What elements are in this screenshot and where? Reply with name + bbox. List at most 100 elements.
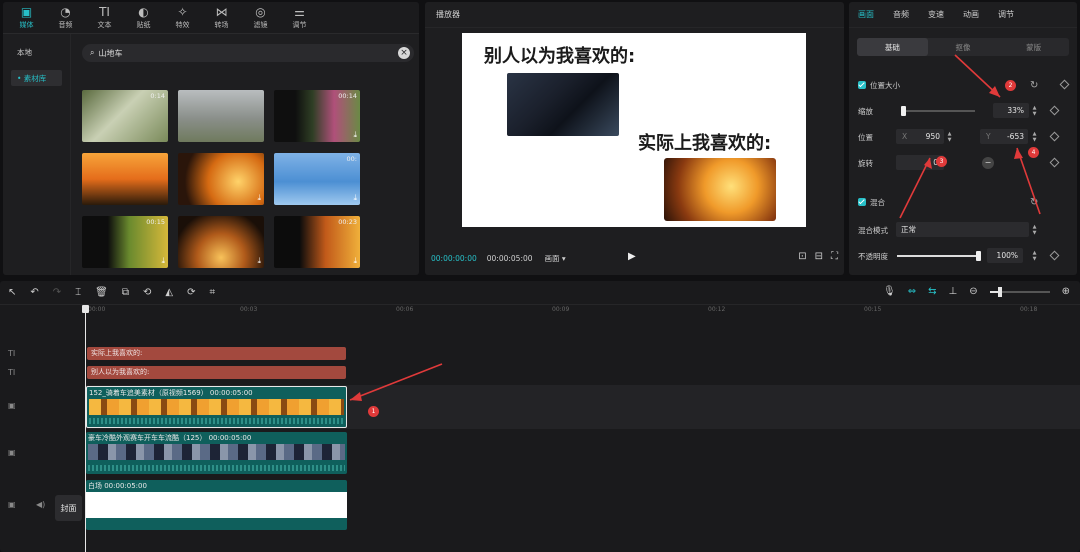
ratio-dropdown[interactable]: 画面 ▾ bbox=[545, 253, 566, 264]
preview-canvas[interactable]: 别人以为我喜欢的: 实际上我喜欢的: bbox=[462, 33, 806, 227]
download-icon[interactable]: ⤓ bbox=[353, 193, 357, 203]
blend-checkbox[interactable] bbox=[858, 198, 866, 206]
annotation-marker: 1 bbox=[368, 406, 379, 417]
scale-slider-handle[interactable] bbox=[901, 106, 906, 116]
sidebar-item-library[interactable]: • 素材库 bbox=[11, 70, 62, 86]
media-grid: 0:14 00:14 ⤓ ⤓ 00: ⤓ 00:15 ⤓ ⤓ 00:23 ⤓ bbox=[82, 90, 360, 268]
crop-icon[interactable]: ⌗ bbox=[210, 287, 216, 298]
media-thumbnail[interactable]: 00:15 ⤓ bbox=[82, 216, 168, 268]
clear-search-icon[interactable]: × bbox=[398, 47, 410, 59]
subtab-basic[interactable]: 基础 bbox=[857, 38, 928, 56]
reverse-icon[interactable]: ⟲ bbox=[143, 287, 151, 298]
download-icon[interactable]: ⤓ bbox=[161, 256, 165, 266]
tab-picture[interactable]: 画面 bbox=[858, 9, 874, 20]
tab-transition[interactable]: ⋈ 转场 bbox=[204, 2, 239, 33]
opacity-stepper[interactable]: ▲ ▼ bbox=[1030, 248, 1039, 263]
mirror-icon[interactable]: ◭ bbox=[165, 287, 173, 298]
reset-icon[interactable]: ↻ bbox=[1030, 80, 1038, 91]
transition-icon: ⋈ bbox=[215, 4, 228, 19]
media-thumbnail[interactable] bbox=[178, 90, 264, 142]
media-thumbnail[interactable]: 0:14 bbox=[82, 90, 168, 142]
keyframe-icon[interactable] bbox=[1059, 79, 1070, 90]
tab-speed[interactable]: 变速 bbox=[928, 9, 944, 20]
timeline-right-tools: 🎙 ⇔ ⇆ ⊥ ⊖ ⊕ bbox=[883, 286, 1070, 297]
zoom-out-icon[interactable]: ⊖ bbox=[969, 286, 977, 297]
properties-tabbar: 画面 音频 变速 动画 调节 bbox=[849, 2, 1077, 28]
position-x-stepper[interactable]: ▲ ▼ bbox=[945, 129, 954, 144]
tab-media[interactable]: ▣ 媒体 bbox=[9, 2, 44, 33]
car-image[interactable] bbox=[507, 73, 619, 136]
microphone-icon[interactable]: 🎙 bbox=[883, 286, 896, 297]
tab-adjust-props[interactable]: 调节 bbox=[998, 9, 1014, 20]
download-icon[interactable]: ⤓ bbox=[257, 256, 261, 266]
opacity-field[interactable]: 100% bbox=[987, 248, 1023, 263]
caption-top[interactable]: 别人以为我喜欢的: bbox=[484, 42, 635, 68]
download-icon[interactable]: ⤓ bbox=[257, 193, 261, 203]
mute-icon[interactable]: ◀) bbox=[36, 500, 45, 509]
split-icon[interactable]: ⌶ bbox=[75, 287, 81, 298]
reset-icon[interactable]: ↻ bbox=[1030, 197, 1038, 208]
tab-filter[interactable]: ◎ 滤镜 bbox=[243, 2, 278, 33]
position-y-stepper[interactable]: ▲ ▼ bbox=[1030, 129, 1039, 144]
car-video-clip[interactable]: 豪车冷酷外观赛车开车车流酷（125） 00:00:05:00 bbox=[86, 432, 347, 474]
search-input[interactable]: ⌕ 山地车 × bbox=[82, 44, 414, 62]
ratio-icon[interactable]: ⊟ bbox=[815, 251, 823, 262]
text-clip[interactable]: 别人以为我喜欢的: bbox=[87, 366, 346, 379]
time-ruler[interactable]: 00:00 00:03 00:06 00:09 00:12 00:15 00:1… bbox=[84, 305, 1080, 317]
blend-mode-select[interactable]: 正常 bbox=[896, 222, 1029, 237]
bike-image[interactable] bbox=[664, 158, 776, 221]
clip-filmstrip bbox=[88, 444, 345, 460]
zoom-in-icon[interactable]: ⊕ bbox=[1062, 286, 1070, 297]
select-tool-icon[interactable]: ↖ bbox=[8, 287, 16, 298]
tab-text[interactable]: TI 文本 bbox=[87, 2, 122, 33]
play-icon[interactable]: ▶ bbox=[628, 251, 636, 262]
rotate-row: 旋转 bbox=[858, 158, 873, 168]
media-thumbnail[interactable]: 00:14 ⤓ bbox=[274, 90, 360, 142]
waveform-icon[interactable]: ⊡ bbox=[798, 251, 806, 262]
zoom-slider[interactable] bbox=[989, 286, 1050, 297]
caption-bottom[interactable]: 实际上我喜欢的: bbox=[638, 129, 771, 155]
tab-sticker[interactable]: ◐ 贴纸 bbox=[126, 2, 161, 33]
position-x-field[interactable]: X 950 bbox=[896, 129, 944, 144]
download-icon[interactable]: ⤓ bbox=[353, 130, 357, 140]
download-icon[interactable]: ⤓ bbox=[353, 256, 357, 266]
media-thumbnail[interactable]: ⤓ bbox=[178, 153, 264, 205]
scale-stepper[interactable]: ▲ ▼ bbox=[1030, 103, 1039, 118]
media-thumbnail[interactable]: 00: ⤓ bbox=[274, 153, 360, 205]
subtab-keying[interactable]: 抠像 bbox=[928, 38, 999, 56]
snap-icon[interactable]: ⇆ bbox=[928, 286, 936, 297]
tab-audio[interactable]: ◔ 音频 bbox=[48, 2, 83, 33]
position-size-checkbox[interactable] bbox=[858, 81, 866, 89]
link-icon[interactable]: ⇔ bbox=[908, 286, 916, 297]
opacity-slider-handle[interactable] bbox=[976, 251, 981, 261]
media-thumbnail[interactable] bbox=[82, 153, 168, 205]
tab-animation[interactable]: 动画 bbox=[963, 9, 979, 20]
undo-icon[interactable]: ↶ bbox=[30, 287, 38, 298]
blend-mode-chevron-icon[interactable]: ▲ ▼ bbox=[1030, 222, 1039, 237]
rotate-icon[interactable]: ⟳ bbox=[187, 287, 195, 298]
total-time: 00:00:05:00 bbox=[486, 253, 533, 263]
center-icon[interactable]: ⊥ bbox=[949, 286, 958, 297]
opacity-slider[interactable] bbox=[897, 251, 981, 261]
scale-slider[interactable] bbox=[901, 106, 975, 116]
tab-audio-props[interactable]: 音频 bbox=[893, 9, 909, 20]
tab-effects[interactable]: ✧ 特效 bbox=[165, 2, 200, 33]
delete-icon[interactable]: 🗑 bbox=[95, 287, 108, 298]
sidebar-item-local[interactable]: 本地 bbox=[11, 44, 62, 60]
position-y-field[interactable]: Y -653 bbox=[980, 129, 1028, 144]
redo-icon[interactable]: ↷ bbox=[53, 287, 61, 298]
tab-adjust[interactable]: ⚌ 调节 bbox=[282, 2, 317, 33]
media-thumbnail[interactable]: ⤓ bbox=[178, 216, 264, 268]
freeze-icon[interactable]: ⧉ bbox=[122, 287, 129, 298]
white-clip[interactable]: 白场 00:00:05:00 bbox=[86, 480, 347, 530]
rotate-dial-icon[interactable]: − bbox=[982, 157, 994, 169]
bike-video-clip[interactable]: 152_骑着车追美素材（原视频1569） 00:00:05:00 bbox=[86, 386, 347, 428]
media-sidebar: 本地 • 素材库 bbox=[3, 34, 71, 275]
scale-field[interactable]: 33% bbox=[993, 103, 1029, 118]
subtab-mask[interactable]: 蒙版 bbox=[998, 38, 1069, 56]
playhead[interactable] bbox=[82, 305, 89, 552]
text-clip[interactable]: 实际上我喜欢的: bbox=[87, 347, 346, 360]
cover-button[interactable]: 封面 bbox=[55, 495, 82, 521]
fullscreen-icon[interactable]: ⛶ bbox=[831, 251, 838, 262]
media-thumbnail[interactable]: 00:23 ⤓ bbox=[274, 216, 360, 268]
